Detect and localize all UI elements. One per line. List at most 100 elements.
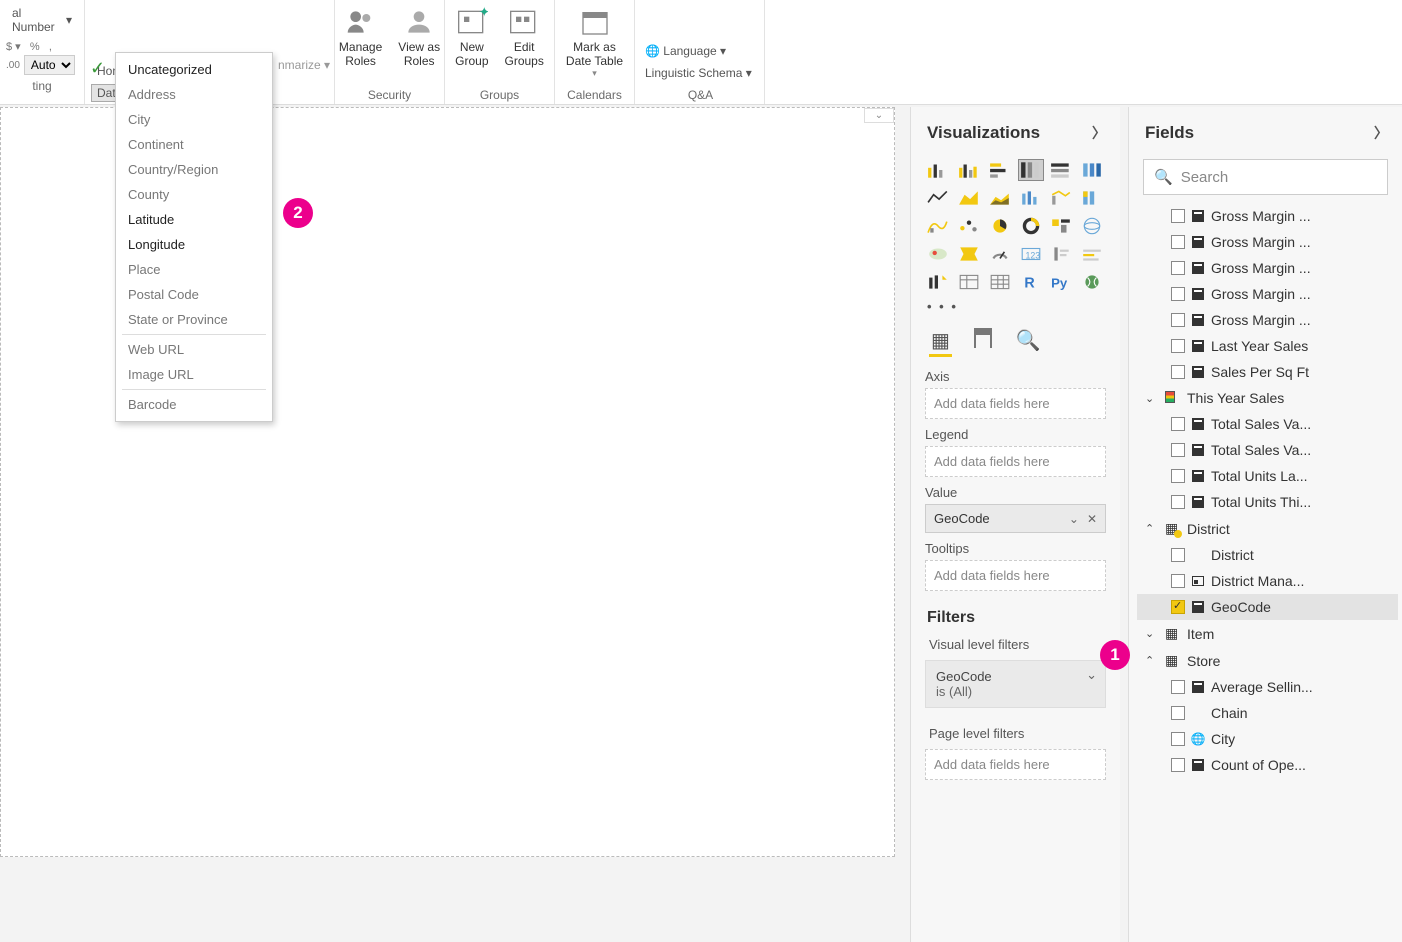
field-item[interactable]: Average Sellin... — [1137, 674, 1398, 700]
geocode-filter-card[interactable]: GeoCode is (All) ⌄ — [925, 660, 1106, 708]
manage-roles-button[interactable]: Manage Roles — [335, 4, 386, 70]
field-item[interactable]: Total Units Thi... — [1137, 489, 1398, 515]
data-category-option[interactable]: Latitude — [116, 207, 272, 232]
field-checkbox[interactable] — [1171, 758, 1185, 772]
viz-type-icon[interactable] — [987, 187, 1013, 209]
viz-type-icon[interactable] — [925, 187, 951, 209]
viz-type-icon[interactable] — [987, 271, 1013, 293]
field-checkbox[interactable] — [1171, 235, 1185, 249]
data-category-option[interactable]: Longitude — [116, 232, 272, 257]
new-group-button[interactable]: ✦ New Group — [451, 4, 492, 70]
field-checkbox[interactable] — [1171, 574, 1185, 588]
language-dropdown[interactable]: 🌐 Language ▾ — [645, 44, 752, 58]
field-item[interactable]: Gross Margin ... — [1137, 203, 1398, 229]
viz-type-icon[interactable]: 123 — [1018, 243, 1044, 265]
viz-type-icon[interactable] — [987, 159, 1013, 181]
viz-type-icon[interactable] — [925, 215, 951, 237]
decimal-auto[interactable]: .00 Auto — [6, 55, 75, 75]
field-item[interactable]: Count of Ope... — [1137, 752, 1398, 778]
viz-type-icon[interactable] — [925, 243, 951, 265]
field-checkbox[interactable] — [1171, 417, 1185, 431]
viz-type-icon[interactable] — [987, 215, 1013, 237]
edit-groups-button[interactable]: Edit Groups — [501, 4, 548, 70]
field-item[interactable]: Last Year Sales — [1137, 333, 1398, 359]
format-tab-icon[interactable] — [974, 328, 992, 348]
viz-type-icon[interactable] — [1079, 271, 1105, 293]
analytics-tab-icon[interactable]: 🔍 — [1016, 328, 1041, 353]
field-checkbox[interactable] — [1171, 339, 1185, 353]
axis-well[interactable]: Add data fields here — [925, 388, 1106, 419]
viz-type-icon[interactable]: Py — [1048, 271, 1074, 293]
field-item[interactable]: Total Sales Va... — [1137, 411, 1398, 437]
format-dropdown[interactable]: al Number ▾ — [6, 4, 78, 36]
field-item[interactable]: District — [1137, 542, 1398, 568]
expand-icon[interactable]: ⌄ — [1145, 627, 1159, 640]
viz-type-icon[interactable] — [956, 215, 982, 237]
field-checkbox[interactable] — [1171, 209, 1185, 223]
visual-options-chevron-icon[interactable]: ⌄ — [864, 108, 894, 123]
viz-type-icon[interactable] — [956, 271, 982, 293]
viz-type-icon[interactable] — [1079, 187, 1105, 209]
viz-type-icon[interactable] — [925, 159, 951, 181]
viz-type-icon[interactable] — [987, 243, 1013, 265]
field-checkbox[interactable] — [1171, 495, 1185, 509]
data-category-option[interactable]: Place — [116, 257, 272, 282]
field-checkbox[interactable] — [1171, 365, 1185, 379]
field-checkbox[interactable] — [1171, 469, 1185, 483]
fields-tab-icon[interactable]: ▦ — [931, 328, 950, 353]
data-category-option[interactable]: Uncategorized — [116, 57, 272, 82]
field-checkbox[interactable] — [1171, 706, 1185, 720]
field-item[interactable]: District Mana... — [1137, 568, 1398, 594]
data-category-option[interactable]: Image URL — [116, 362, 272, 387]
viz-type-icon[interactable] — [956, 187, 982, 209]
field-item[interactable]: Gross Margin ... — [1137, 281, 1398, 307]
summarize-partial[interactable]: nmarize ▾ — [278, 58, 330, 72]
viz-type-icon[interactable] — [1018, 187, 1044, 209]
field-item[interactable]: Gross Margin ... — [1137, 255, 1398, 281]
field-item[interactable]: Gross Margin ... — [1137, 229, 1398, 255]
page-filters-well[interactable]: Add data fields here — [925, 749, 1106, 780]
collapse-chevron-icon[interactable]: 〉 — [1092, 123, 1106, 143]
mark-date-table-button[interactable]: Mark as Date Table▾ — [562, 4, 627, 81]
value-well[interactable]: GeoCode ⌄✕ — [925, 504, 1106, 533]
data-category-option[interactable]: Address — [116, 82, 272, 107]
viz-type-icon[interactable] — [1048, 187, 1074, 209]
viz-type-icon[interactable] — [1079, 243, 1105, 265]
field-checkbox[interactable] — [1171, 548, 1185, 562]
auto-select[interactable]: Auto — [24, 55, 75, 75]
expand-icon[interactable]: ⌃ — [1145, 522, 1159, 535]
value-chevron-icon[interactable]: ⌄ — [1069, 512, 1079, 526]
viz-type-icon[interactable] — [1079, 159, 1105, 181]
viz-type-icon[interactable] — [1018, 215, 1044, 237]
table-row[interactable]: ⌄Item — [1137, 620, 1398, 647]
legend-well[interactable]: Add data fields here — [925, 446, 1106, 477]
data-category-option[interactable]: Continent — [116, 132, 272, 157]
field-checkbox[interactable] — [1171, 443, 1185, 457]
value-remove-icon[interactable]: ✕ — [1087, 512, 1097, 526]
expand-icon[interactable]: ⌄ — [1145, 392, 1159, 405]
field-checkbox[interactable] — [1171, 313, 1185, 327]
field-checkbox[interactable] — [1171, 732, 1185, 746]
viz-type-icon[interactable] — [1018, 159, 1044, 181]
tooltips-well[interactable]: Add data fields here — [925, 560, 1106, 591]
viz-type-icon[interactable]: R — [1018, 271, 1044, 293]
field-item[interactable]: GeoCode — [1137, 594, 1398, 620]
more-visuals-button[interactable]: • • • — [911, 293, 1120, 320]
field-item[interactable]: Total Units La... — [1137, 463, 1398, 489]
field-checkbox[interactable] — [1171, 287, 1185, 301]
viz-type-icon[interactable] — [1079, 215, 1105, 237]
field-item[interactable]: Chain — [1137, 700, 1398, 726]
viz-type-icon[interactable] — [1048, 159, 1074, 181]
field-checkbox[interactable] — [1171, 680, 1185, 694]
viz-type-icon[interactable] — [1048, 243, 1074, 265]
field-item[interactable]: City — [1137, 726, 1398, 752]
field-item[interactable]: Sales Per Sq Ft — [1137, 359, 1398, 385]
table-row[interactable]: ⌄This Year Sales — [1137, 385, 1398, 411]
data-category-option[interactable]: County — [116, 182, 272, 207]
expand-icon[interactable]: ⌃ — [1145, 654, 1159, 667]
field-item[interactable]: Total Sales Va... — [1137, 437, 1398, 463]
data-category-option[interactable]: Barcode — [116, 392, 272, 417]
table-row[interactable]: ⌃Store — [1137, 647, 1398, 674]
data-category-option[interactable]: State or Province — [116, 307, 272, 332]
linguistic-schema-dropdown[interactable]: Linguistic Schema ▾ — [645, 66, 752, 80]
